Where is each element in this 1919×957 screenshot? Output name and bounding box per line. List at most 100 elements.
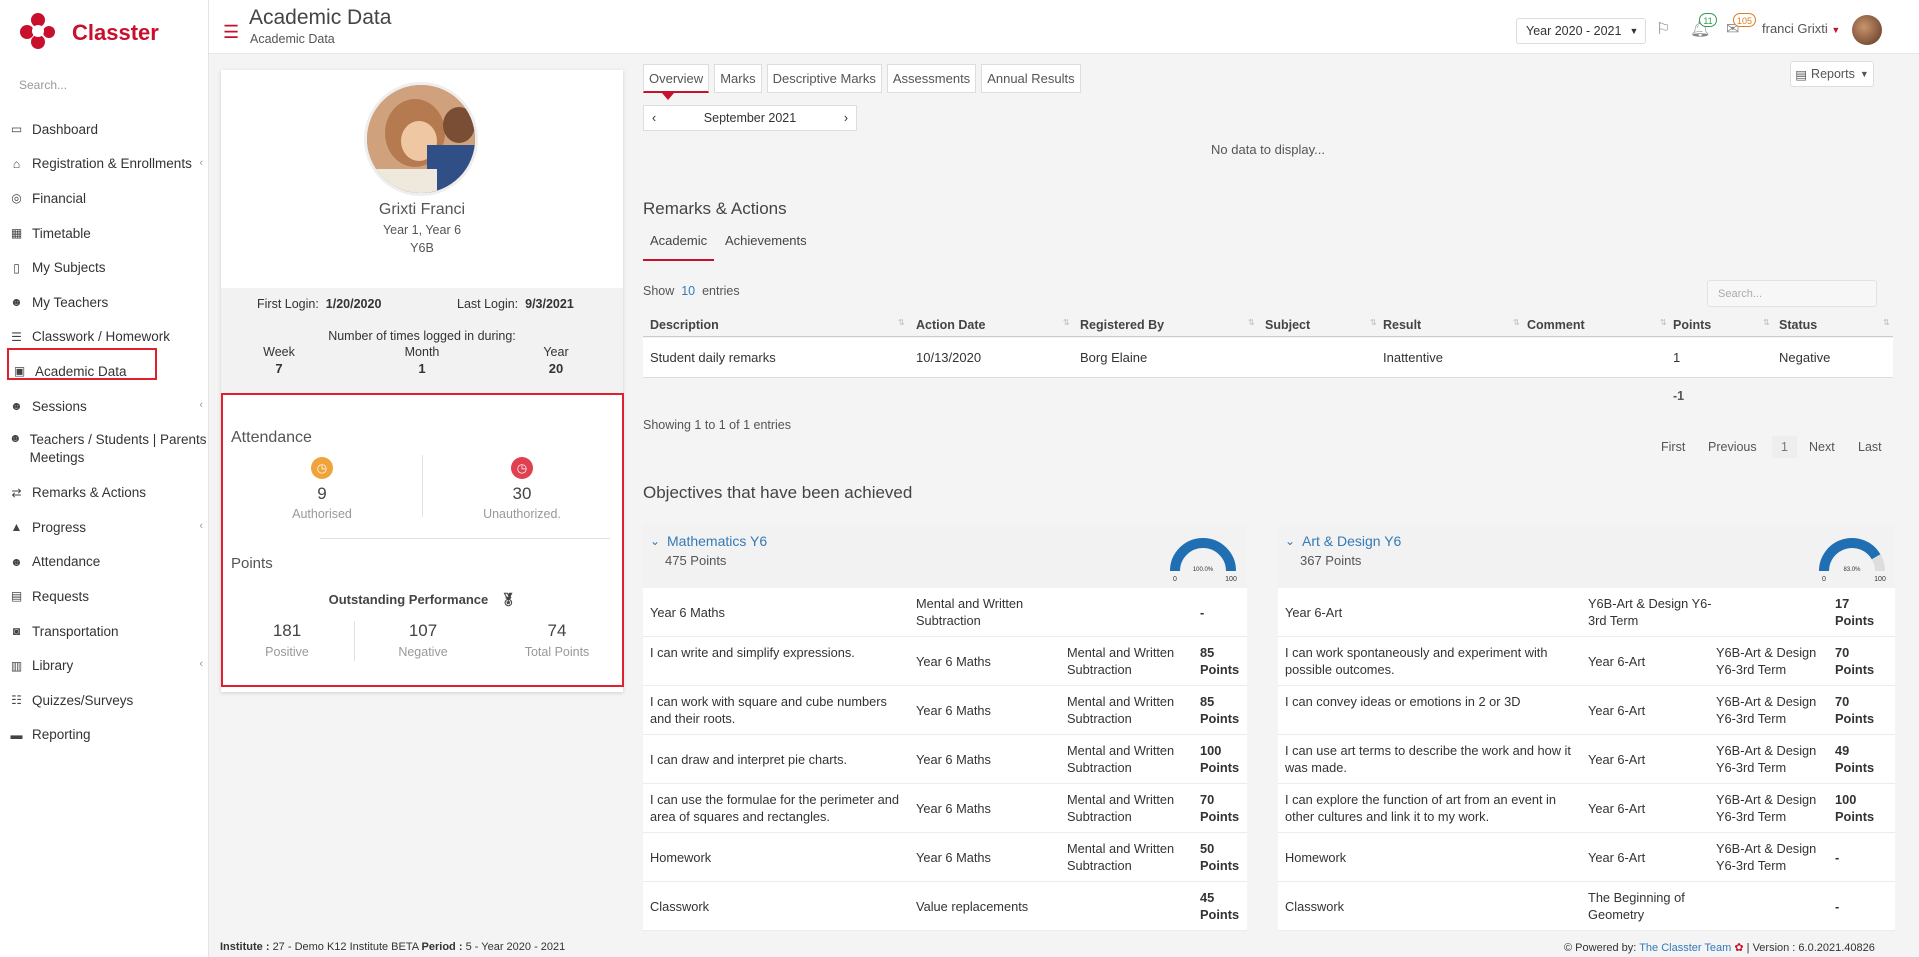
sidebar-item-transportation[interactable]: ◙ Transportation — [0, 614, 209, 649]
pager-previous[interactable]: Previous — [1708, 440, 1757, 454]
column-header-action-date[interactable]: Action Date — [916, 318, 985, 332]
sidebar-item-financial[interactable]: ◎ Financial — [0, 181, 209, 216]
printer-icon: ▬ — [10, 727, 23, 742]
sidebar-item-my-teachers[interactable]: ☻ My Teachers — [0, 285, 209, 320]
tab-overview[interactable]: Overview — [643, 64, 710, 93]
sidebar-search-input[interactable]: Search... — [19, 78, 67, 92]
objective-subject: Year 6 Maths — [916, 703, 991, 718]
column-header-description[interactable]: Description — [650, 318, 719, 332]
show-label: Show — [643, 284, 675, 298]
sidebar-item-my-subjects[interactable]: ▯ My Subjects — [0, 250, 209, 285]
menu-toggle-icon[interactable]: ☰ — [223, 22, 239, 43]
sort-icon[interactable]: ⇅ — [1763, 318, 1770, 327]
sidebar: Classter Search... ▭ Dashboard ⌂ Registrati… — [0, 0, 209, 957]
sidebar-item-remarks-actions[interactable]: ⇄ Remarks & Actions — [0, 475, 209, 510]
cell-date: 10/13/2020 — [916, 350, 982, 365]
subtab-achievements[interactable]: Achievements — [725, 233, 807, 261]
column-header-comment[interactable]: Comment — [1527, 318, 1585, 332]
sort-icon[interactable]: ⇅ — [1883, 318, 1890, 327]
user-menu[interactable]: franci Grixti ▼ — [1762, 21, 1840, 36]
column-header-points[interactable]: Points — [1673, 318, 1711, 332]
objective-subject: Year 6 Maths — [916, 850, 991, 865]
column-header-subject[interactable]: Subject — [1265, 318, 1310, 332]
sort-icon[interactable]: ⇅ — [1513, 318, 1520, 327]
year-select[interactable]: Year 2020 - 2021 ▼ — [1516, 18, 1646, 44]
classter-logo[interactable]: Classter — [18, 10, 159, 52]
sidebar-item-timetable[interactable]: ▦ Timetable — [0, 216, 209, 251]
objective-description: I can use the formulae for the perimeter… — [650, 792, 899, 824]
sort-icon[interactable]: ⇅ — [898, 318, 905, 327]
year-count: 20 — [548, 361, 564, 376]
flag-icon[interactable]: ⚐ — [1656, 19, 1670, 39]
subject-name[interactable]: Art & Design Y6 — [1302, 533, 1401, 549]
objective-description: Homework — [650, 850, 712, 865]
version: Version : 6.0.2021.40826 — [1752, 942, 1875, 954]
chevron-left-icon[interactable]: ‹ — [652, 111, 656, 125]
gauge-max: 100 — [1225, 576, 1237, 583]
clock-icon: ◷ — [311, 457, 333, 479]
sidebar-item-requests[interactable]: ▤ Requests — [0, 579, 209, 614]
avatar[interactable] — [1852, 15, 1882, 45]
chevron-down-icon[interactable]: ⌄ — [650, 534, 660, 548]
objective-points: - — [1200, 605, 1205, 620]
sidebar-item-library[interactable]: ▥ Library ‹ — [0, 648, 209, 683]
table-search-input[interactable]: Search... — [1707, 280, 1877, 307]
team-link[interactable]: The Classter Team — [1639, 942, 1731, 954]
sidebar-item-label: Transportation — [32, 623, 119, 639]
period-value: 5 - Year 2020 - 2021 — [465, 941, 566, 953]
objective-topic: Mental and Written Subtraction — [1067, 841, 1175, 873]
sidebar-item-attendance[interactable]: ☻ Attendance — [0, 545, 209, 580]
sidebar-item-quizzes-surveys[interactable]: ☷ Quizzes/Surveys — [0, 683, 209, 718]
sort-icon[interactable]: ⇅ — [1248, 318, 1255, 327]
tab-assessments[interactable]: Assessments — [886, 64, 977, 93]
pager-page-1[interactable]: 1 — [1772, 436, 1797, 458]
library-icon: ▥ — [10, 658, 23, 673]
tab-marks[interactable]: Marks — [714, 64, 762, 93]
login-week: Week 7 — [249, 345, 309, 376]
pager-first[interactable]: First — [1661, 440, 1685, 454]
column-header-status[interactable]: Status — [1779, 318, 1817, 332]
subtab-academic[interactable]: Academic — [643, 233, 715, 261]
pager-next[interactable]: Next — [1809, 440, 1835, 454]
objective-topic: Mental and Written Subtraction — [1067, 694, 1175, 726]
tab-annual-results[interactable]: Annual Results — [981, 64, 1081, 93]
caret-down-icon: ▼ — [1831, 25, 1841, 35]
subject-name[interactable]: Mathematics Y6 — [667, 533, 767, 549]
powered-label: Powered by: — [1575, 942, 1637, 954]
reports-button[interactable]: ▤ Reports ▼ — [1790, 61, 1874, 87]
year-label: Year — [543, 345, 569, 359]
sidebar-item-reporting[interactable]: ▬ Reporting — [0, 718, 209, 753]
sidebar-item-label: Sessions — [32, 398, 87, 414]
document-icon: ▤ — [10, 589, 23, 604]
objective-row: I can write and simplify expressions. Yea… — [643, 637, 1247, 686]
sidebar-item-dashboard[interactable]: ▭ Dashboard — [0, 112, 209, 147]
sidebar-item-sessions[interactable]: ☻ Sessions ‹ — [0, 389, 209, 424]
sidebar-item-registration-enrollments[interactable]: ⌂ Registration & Enrollments ‹ — [0, 147, 209, 182]
sort-icon[interactable]: ⇅ — [1370, 318, 1377, 327]
objective-row: I can use art terms to describe the work… — [1278, 735, 1895, 784]
gauge-label: 100.0% — [1193, 567, 1214, 573]
objective-points: 70 Points — [1835, 645, 1875, 677]
chevron-right-icon[interactable]: › — [844, 111, 848, 125]
objective-group-header[interactable]: ⌄ Art & Design Y6 367 Points 83.0% 0 100 — [1278, 525, 1895, 588]
unauthorized-count: 30 — [512, 484, 532, 503]
sidebar-item-teachers-students-parents-meetings[interactable]: ☻ Teachers / Students | Parents Meetings ‹ — [0, 423, 209, 475]
sidebar-item-label: Timetable — [32, 225, 91, 241]
sort-icon[interactable]: ⇅ — [1063, 318, 1070, 327]
column-header-registered-by[interactable]: Registered By — [1080, 318, 1164, 332]
table-row[interactable]: Student daily remarks 10/13/2020 Borg El… — [643, 338, 1893, 378]
student-years: Year 1, Year 6 — [382, 223, 462, 237]
sidebar-item-label: Remarks & Actions — [32, 485, 147, 501]
sidebar-item-progress[interactable]: ▲ Progress ‹ — [0, 510, 209, 545]
objective-group-header[interactable]: ⌄ Mathematics Y6 475 Points 100.0% 0 100 — [643, 525, 1247, 588]
objective-description: I can convey ideas or emotions in 2 or 3… — [1285, 694, 1521, 709]
objective-subject: Mental and Written Subtraction — [916, 596, 1024, 628]
sort-icon[interactable]: ⇅ — [1660, 318, 1667, 327]
objective-description: I can work spontaneously and experiment … — [1285, 645, 1548, 677]
column-header-result[interactable]: Result — [1383, 318, 1421, 332]
entries-select[interactable]: 10 — [681, 284, 695, 298]
chevron-down-icon[interactable]: ⌄ — [1285, 534, 1295, 548]
active-tab-caret — [662, 93, 674, 100]
tab-descriptive-marks[interactable]: Descriptive Marks — [766, 64, 882, 93]
pager-last[interactable]: Last — [1858, 440, 1882, 454]
